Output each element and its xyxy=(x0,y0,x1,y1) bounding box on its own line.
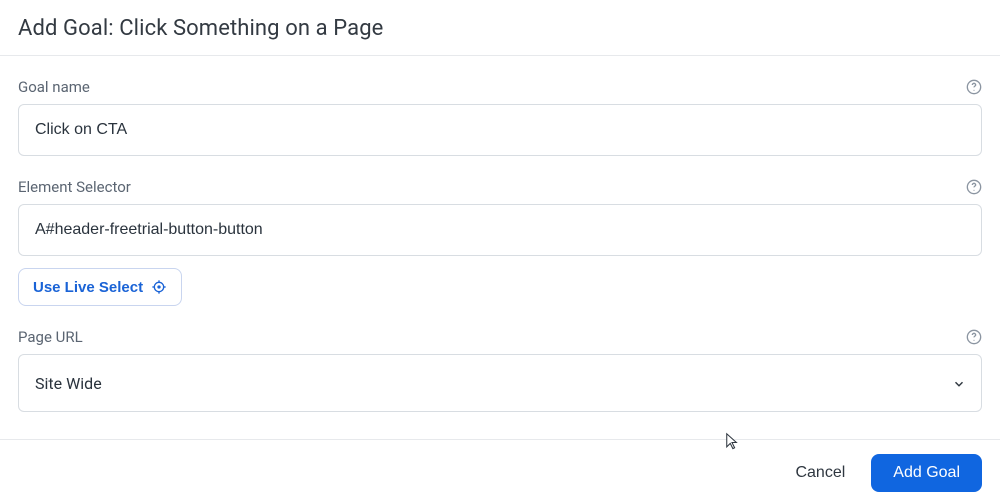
page-url-select-wrap: Site Wide xyxy=(18,354,982,412)
element-selector-label: Element Selector xyxy=(18,178,131,196)
help-circle-icon[interactable] xyxy=(966,329,982,345)
page-url-selected-value: Site Wide xyxy=(35,374,102,393)
page-url-label: Page URL xyxy=(18,328,83,346)
page-title: Add Goal: Click Something on a Page xyxy=(18,16,982,41)
help-circle-icon[interactable] xyxy=(966,79,982,95)
form-body: Goal name Element Selector xyxy=(0,56,1000,412)
page-url-field: Page URL Site Wide xyxy=(18,328,982,412)
dialog-header: Add Goal: Click Something on a Page xyxy=(0,0,1000,56)
cancel-button[interactable]: Cancel xyxy=(791,458,849,488)
goal-name-label: Goal name xyxy=(18,78,90,96)
element-selector-label-row: Element Selector xyxy=(18,178,982,196)
page-url-label-row: Page URL xyxy=(18,328,982,346)
goal-name-input[interactable] xyxy=(18,104,982,156)
use-live-select-button[interactable]: Use Live Select xyxy=(18,268,182,306)
page-url-select[interactable]: Site Wide xyxy=(18,354,982,412)
element-selector-field: Element Selector Use Live Select xyxy=(18,178,982,306)
add-goal-button[interactable]: Add Goal xyxy=(871,454,982,492)
target-icon xyxy=(151,279,167,295)
help-circle-icon[interactable] xyxy=(966,179,982,195)
dialog-footer: Cancel Add Goal xyxy=(0,439,1000,504)
goal-name-label-row: Goal name xyxy=(18,78,982,96)
goal-name-field: Goal name xyxy=(18,78,982,156)
element-selector-input[interactable] xyxy=(18,204,982,256)
use-live-select-label: Use Live Select xyxy=(33,279,143,296)
